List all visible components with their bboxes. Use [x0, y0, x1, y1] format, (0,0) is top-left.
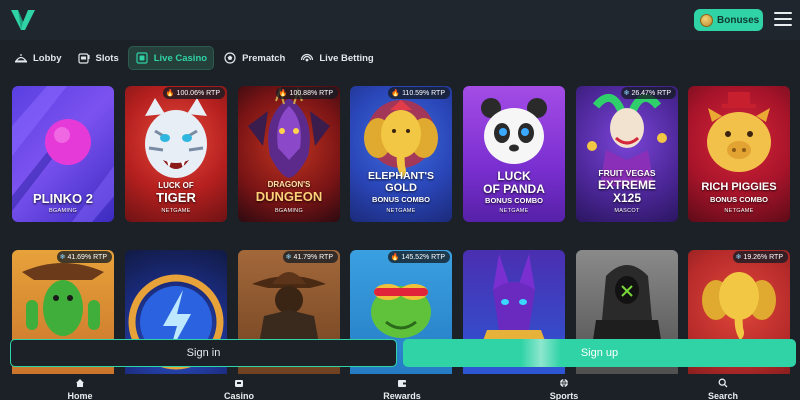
- button-shine: [521, 339, 561, 367]
- game-tile-luck-of-panda[interactable]: LUCK OF PANDA BONUS COMBO NETGAME: [463, 86, 565, 222]
- tab-label: Live Casino: [153, 52, 208, 64]
- game-title-top: ELEPHANT'S: [367, 170, 435, 182]
- lobby-icon: [14, 54, 28, 63]
- rtp-badge: ❄ 26.47% RTP: [620, 87, 676, 99]
- sign-in-button[interactable]: Sign in: [10, 339, 397, 367]
- game-title: TIGER: [156, 190, 196, 205]
- bonuses-button[interactable]: Bonuses: [694, 9, 763, 31]
- tab-lobby[interactable]: Lobby: [8, 46, 68, 70]
- game-provider: BGAMING: [274, 208, 304, 214]
- sign-up-button[interactable]: Sign up: [403, 339, 796, 367]
- rtp-badge: 🔥 145.52% RTP: [387, 251, 450, 263]
- search-icon: [718, 378, 728, 388]
- home-icon: [76, 379, 84, 387]
- game-provider: BGAMING: [48, 208, 78, 214]
- casino-icon: [235, 380, 243, 387]
- tab-label: Lobby: [33, 52, 62, 64]
- game-subtitle: BONUS COMBO: [710, 195, 768, 204]
- bottom-nav-casino[interactable]: Casino: [199, 378, 279, 400]
- snowflake-icon: ❄: [285, 254, 292, 261]
- game-tile-fruit-vegas-extreme[interactable]: ❄ 26.47% RTP FRUIT VEGAS EXTREME X125 MAS…: [576, 86, 678, 222]
- rtp-badge: ❄ 41.69% RTP: [56, 251, 112, 263]
- game-tile-elephants-gold[interactable]: 🔥 110.59% RTP ELEPHANT'S GOLD BONUS COMBO…: [350, 86, 452, 222]
- rtp-badge: 🔥 110.59% RTP: [388, 87, 450, 99]
- bottom-nav-rewards[interactable]: Rewards: [362, 378, 442, 400]
- slot-machine-icon: [77, 53, 90, 64]
- game-title: RICH PIGGIES: [701, 181, 777, 193]
- rtp-badge: ❄ 19.26% RTP: [732, 251, 788, 263]
- tab-label: Prematch: [242, 52, 286, 64]
- tab-live-betting[interactable]: Live Betting: [294, 46, 379, 70]
- tab-slots[interactable]: Slots: [71, 46, 125, 70]
- game-tile-luck-of-tiger[interactable]: 🔥 100.06% RTP LUCK OF TIGER NETGAME: [125, 86, 227, 222]
- tab-live-casino[interactable]: Live Casino: [127, 46, 215, 70]
- sign-up-label: Sign up: [580, 347, 619, 359]
- game-title: EXTREME: [597, 178, 656, 192]
- tab-label: Slots: [95, 52, 119, 64]
- game-provider: NETGAME: [499, 208, 529, 214]
- snowflake-icon: ❄: [735, 254, 742, 261]
- game-tile-dragons-dungeon[interactable]: 🔥 100.88% RTP DRAGON'S DUNGEON BGAMING: [238, 86, 340, 222]
- hamburger-menu-icon[interactable]: [774, 12, 792, 28]
- snowflake-icon: ❄: [59, 254, 66, 261]
- bottom-nav: Home Casino Rewards Sports Search: [0, 374, 800, 400]
- game-title: DUNGEON: [255, 189, 323, 204]
- game-title-top: LUCK: [497, 169, 531, 183]
- snowflake-icon: ❄: [623, 90, 630, 97]
- bottom-nav-home[interactable]: Home: [40, 378, 120, 400]
- brand-logo-icon[interactable]: [10, 8, 36, 32]
- game-title: GOLD: [385, 182, 417, 194]
- rtp-badge: 🔥 100.88% RTP: [275, 87, 338, 99]
- bottom-nav-search[interactable]: Search: [683, 378, 763, 400]
- top-header: Bonuses: [0, 0, 800, 40]
- rtp-badge: ❄ 41.79% RTP: [282, 251, 338, 263]
- live-signal-icon: [301, 53, 314, 62]
- coin-icon: [700, 13, 713, 27]
- game-tile-rich-piggies[interactable]: RICH PIGGIES BONUS COMBO NETGAME: [688, 86, 790, 222]
- game-provider: NETGAME: [386, 208, 416, 214]
- game-tile-plinko-2[interactable]: PLINKO 2 BGAMING: [12, 86, 114, 222]
- game-title-top: FRUIT VEGAS: [598, 168, 656, 178]
- bottom-nav-sports[interactable]: Sports: [524, 378, 604, 400]
- game-provider: MASCOT: [614, 208, 640, 214]
- game-title-top: DRAGON'S: [267, 180, 311, 189]
- game-provider: NETGAME: [724, 208, 754, 214]
- ball-icon: [560, 378, 568, 388]
- game-title: PLINKO 2: [33, 191, 93, 206]
- fire-icon: 🔥: [165, 90, 175, 97]
- sign-in-label: Sign in: [186, 347, 221, 359]
- live-casino-icon: [136, 52, 148, 64]
- tab-label: Live Betting: [319, 52, 374, 64]
- category-tabs: Lobby Slots Live Casino Prematch Live Be…: [8, 46, 383, 70]
- wallet-icon: [398, 380, 406, 387]
- fire-icon: 🔥: [391, 90, 401, 97]
- game-provider: NETGAME: [161, 208, 191, 214]
- casino-app: Bonuses Lobby Slots Live Casino Prematch…: [0, 0, 800, 400]
- game-subtitle: BONUS COMBO: [372, 195, 430, 204]
- game-title-bottom: X125: [612, 191, 642, 205]
- bonuses-label: Bonuses: [717, 14, 760, 26]
- ball-icon: [224, 52, 236, 64]
- fire-icon: 🔥: [278, 90, 288, 97]
- game-title: OF PANDA: [483, 182, 545, 196]
- rtp-badge: 🔥 100.06% RTP: [162, 87, 225, 99]
- game-title-top: LUCK OF: [158, 181, 194, 190]
- fire-icon: 🔥: [390, 254, 400, 261]
- tab-prematch[interactable]: Prematch: [217, 46, 291, 70]
- game-subtitle: BONUS COMBO: [485, 196, 543, 205]
- auth-bar: Sign in Sign up: [0, 334, 800, 374]
